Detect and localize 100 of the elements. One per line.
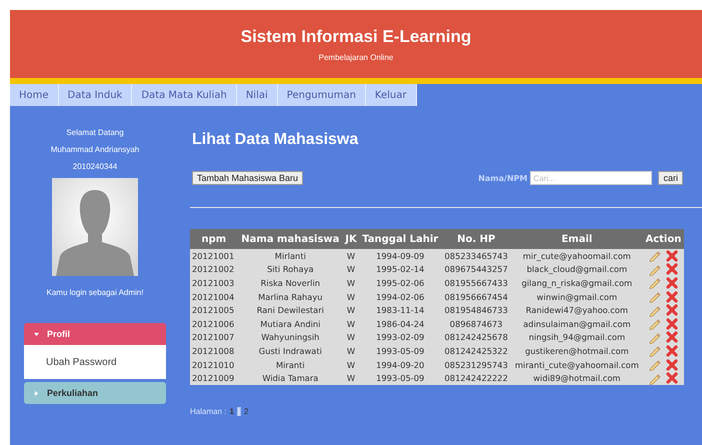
table-cell: 20121006	[190, 316, 238, 331]
pencil-icon[interactable]	[648, 276, 662, 290]
table-cell: 085231295743	[441, 358, 511, 372]
table-cell: W	[343, 290, 359, 304]
nav-tab[interactable]: Data Induk	[58, 84, 132, 106]
user-name: Muhammad Andriansyah	[50, 144, 140, 156]
table-cell: W	[343, 330, 359, 344]
delete-icon[interactable]	[666, 358, 678, 371]
table-cell: 089675443257	[441, 262, 511, 276]
table-cell: ningsih_94@gmail.com	[510, 330, 643, 344]
table-cell: 081955667433	[441, 276, 511, 290]
table-cell: W	[343, 371, 359, 385]
pagination-label: Halaman :	[190, 406, 226, 416]
table-cell: 1995-02-06	[358, 276, 442, 290]
table-cell: 20121009	[190, 371, 238, 385]
table-cell: W	[343, 344, 359, 358]
table-cell: 081242422222	[441, 371, 511, 385]
table-cell: widi89@hotmail.com	[510, 371, 643, 385]
page-link[interactable]: 1	[229, 406, 234, 416]
delete-icon[interactable]	[666, 318, 678, 330]
nav-tab[interactable]: Nilai	[236, 84, 278, 106]
table-cell: Wahyuningsih	[238, 330, 344, 344]
search-button[interactable]: cari	[658, 171, 683, 185]
pencil-icon[interactable]	[648, 249, 662, 262]
nav-tab[interactable]: Home	[10, 84, 59, 106]
table-cell: winwin@gmail.com	[510, 290, 643, 304]
column-header: Action	[642, 229, 684, 249]
table-cell: W	[343, 276, 359, 290]
table-cell: W	[343, 249, 359, 263]
menu-section[interactable]: Perkuliahan	[24, 382, 166, 404]
column-header: No. HP	[441, 229, 511, 249]
delete-icon[interactable]	[666, 276, 678, 289]
pencil-icon[interactable]	[648, 262, 662, 276]
table-cell: Widia Tamara	[238, 371, 344, 385]
table-cell: 081954846733	[441, 303, 511, 317]
table-cell: 1994-09-09	[358, 249, 442, 263]
delete-icon[interactable]	[666, 290, 678, 303]
table-cell: miranti_cute@yahoomail.com	[510, 358, 643, 372]
table-cell: 20121003	[190, 276, 238, 290]
column-header: JK	[343, 229, 359, 249]
table-cell: mir_cute@yahoomail.com	[510, 249, 643, 263]
nav-tab[interactable]: Data Mata Kuliah	[132, 84, 237, 106]
add-student-button[interactable]: Tambah Mahasiswa Baru	[192, 171, 304, 185]
page-link[interactable]: 2	[244, 406, 248, 416]
table-cell: Mutiara Andini	[238, 316, 344, 331]
site-subtitle: Pembelajaran Online	[318, 52, 394, 62]
table-cell: 1994-02-06	[358, 290, 442, 304]
delete-icon[interactable]	[666, 344, 678, 357]
pencil-icon[interactable]	[648, 344, 662, 358]
table-cell: Marlina Rahayu	[238, 290, 344, 304]
site-title: Sistem Informasi E-Learning	[240, 26, 472, 46]
column-header: Tanggal Lahir	[358, 229, 442, 249]
user-id: 2010240344	[72, 161, 118, 173]
table-cell: 1993-05-09	[358, 344, 442, 358]
caret-right-icon	[34, 390, 39, 396]
table-cell: 20121001	[190, 249, 238, 263]
delete-icon[interactable]	[666, 372, 678, 384]
table-cell: W	[343, 262, 359, 276]
table-cell: gustikeren@hotmail.com	[510, 344, 643, 358]
page-separator: |	[236, 406, 241, 416]
table-cell: adinsulaiman@gmail.com	[510, 316, 643, 331]
nav-tab[interactable]: Pengumuman	[278, 84, 366, 106]
pencil-icon[interactable]	[648, 304, 662, 317]
menu-item[interactable]: Ubah Password	[24, 345, 166, 379]
table-cell: black_cloud@gmail.com	[510, 262, 643, 276]
nav-tab[interactable]: Keluar	[366, 84, 416, 106]
table-cell: 20121004	[190, 290, 238, 304]
delete-icon[interactable]	[666, 263, 678, 276]
table-cell: 20121002	[190, 262, 238, 276]
search-field[interactable]: Cari...	[530, 171, 652, 185]
greeting-text: Selamat Datang	[66, 127, 124, 139]
table-cell: 1993-02-09	[358, 330, 442, 344]
column-header: Email	[510, 229, 643, 249]
table-cell: 1986-04-24	[358, 316, 442, 331]
table-cell: Siti Rohaya	[238, 262, 344, 276]
menu-section[interactable]: Profil	[24, 323, 166, 345]
delete-icon[interactable]	[666, 304, 678, 316]
table-cell: Mirlanti	[238, 249, 344, 263]
pencil-icon[interactable]	[648, 317, 662, 330]
table-cell: W	[343, 303, 359, 317]
page-title: Lihat Data Mahasiswa	[192, 131, 360, 149]
column-header: Nama mahasiswa	[238, 229, 344, 249]
delete-icon[interactable]	[666, 331, 678, 344]
pencil-icon[interactable]	[648, 330, 662, 344]
login-note: Kamu login sebagai Admin!	[46, 287, 144, 299]
delete-icon[interactable]	[666, 250, 678, 262]
table-cell: W	[343, 358, 359, 372]
table-cell: 20121007	[190, 330, 238, 344]
pencil-icon[interactable]	[648, 358, 662, 372]
search-label: Nama/NPM	[478, 174, 528, 182]
table-cell: 081242425322	[441, 344, 511, 358]
table-cell: W	[343, 316, 359, 331]
table-cell: 20121010	[190, 358, 238, 372]
table-cell: 1995-02-14	[358, 262, 442, 276]
pencil-icon[interactable]	[648, 372, 662, 385]
pencil-icon[interactable]	[648, 290, 662, 304]
table-cell: 085233465743	[441, 249, 511, 263]
table-cell: Rani Dewilestari	[238, 303, 344, 317]
table-cell: gilang_n_riska@gmail.com	[510, 276, 643, 290]
column-header: npm	[190, 229, 238, 249]
